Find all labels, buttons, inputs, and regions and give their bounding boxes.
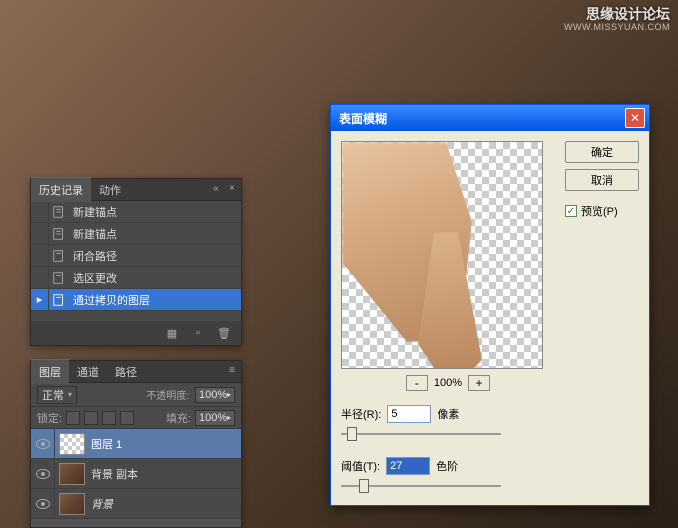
threshold-input[interactable] xyxy=(386,457,430,475)
history-tabs: 历史记录 动作 « × xyxy=(31,179,241,201)
layers-options-row: 正常▾ 不透明度: 100%▸ xyxy=(31,383,241,407)
layer-thumb[interactable] xyxy=(59,493,85,515)
zoom-percent: 100% xyxy=(434,377,462,389)
layer-row[interactable]: 背景 副本 xyxy=(31,459,241,489)
layer-name: 图层 1 xyxy=(89,436,122,452)
preview-checkbox-row[interactable]: ✓ 预览(P) xyxy=(565,203,639,219)
lock-pixels-icon[interactable] xyxy=(84,411,98,425)
trash-icon[interactable]: 🗑 xyxy=(215,324,233,342)
layer-thumb[interactable] xyxy=(59,433,85,455)
history-item[interactable]: 选区更改 xyxy=(31,267,241,289)
history-footer: ▦ ▫ 🗑 xyxy=(31,321,241,345)
collapse-icon[interactable]: « xyxy=(209,181,223,195)
threshold-unit: 色阶 xyxy=(436,458,458,474)
fill-field[interactable]: 100%▸ xyxy=(195,410,235,426)
zoom-controls: - 100% + xyxy=(341,375,555,391)
checkbox-icon: ✓ xyxy=(565,205,577,217)
opacity-field[interactable]: 100%▸ xyxy=(195,387,235,403)
anchor-icon xyxy=(49,223,69,245)
watermark-text: 思缘设计论坛 xyxy=(586,4,670,24)
dialog-title: 表面模糊 xyxy=(339,110,387,127)
layer-copy-icon xyxy=(49,289,69,311)
preview-image[interactable] xyxy=(341,141,543,369)
lock-all-icon[interactable] xyxy=(120,411,134,425)
layers-list: 图层 1 背景 副本 背景 xyxy=(31,429,241,519)
dialog-titlebar[interactable]: 表面模糊 ✕ xyxy=(331,105,649,131)
surface-blur-dialog: 表面模糊 ✕ - 100% + 半径(R): 像素 阈值(T): 色阶 xyxy=(330,104,650,506)
threshold-label: 阈值(T): xyxy=(341,458,380,474)
selection-icon xyxy=(49,267,69,289)
panel-menu-icon[interactable]: ≡ xyxy=(225,363,239,377)
eye-icon xyxy=(36,469,50,479)
radius-input[interactable] xyxy=(387,405,431,423)
layers-panel: 图层 通道 路径 ≡ 正常▾ 不透明度: 100%▸ 锁定: 填充: 100%▸… xyxy=(30,360,242,528)
tab-channels[interactable]: 通道 xyxy=(69,360,107,384)
new-icon[interactable]: ▫ xyxy=(189,324,207,342)
tab-layers[interactable]: 图层 xyxy=(31,359,69,384)
eye-icon xyxy=(36,499,50,509)
ok-button[interactable]: 确定 xyxy=(565,141,639,163)
lock-transparent-icon[interactable] xyxy=(66,411,80,425)
fill-label: 填充: xyxy=(166,410,191,426)
opacity-label: 不透明度: xyxy=(146,387,189,402)
history-item[interactable]: 新建锚点 xyxy=(31,201,241,223)
eye-icon xyxy=(36,439,50,449)
radius-row: 半径(R): 像素 xyxy=(341,405,555,423)
layer-thumb[interactable] xyxy=(59,463,85,485)
threshold-slider[interactable] xyxy=(341,477,501,495)
preview-checkbox-label: 预览(P) xyxy=(581,203,618,219)
history-item-label: 闭合路径 xyxy=(69,248,117,264)
radius-label: 半径(R): xyxy=(341,406,381,422)
close-button[interactable]: ✕ xyxy=(625,108,645,128)
layers-lock-row: 锁定: 填充: 100%▸ xyxy=(31,407,241,429)
radius-unit: 像素 xyxy=(437,406,459,422)
history-item-label: 新建锚点 xyxy=(69,226,117,242)
layers-tabs: 图层 通道 路径 ≡ xyxy=(31,361,241,383)
history-panel: 历史记录 动作 « × 新建锚点 新建锚点 闭合路径 选区更改 ▸通过拷贝的图层… xyxy=(30,178,242,346)
layer-name: 背景 副本 xyxy=(89,466,138,482)
watermark-url: WWW.MISSYUAN.COM xyxy=(564,22,670,32)
anchor-icon xyxy=(49,201,69,223)
history-item[interactable]: 闭合路径 xyxy=(31,245,241,267)
layer-row[interactable]: 图层 1 xyxy=(31,429,241,459)
history-item[interactable]: 新建锚点 xyxy=(31,223,241,245)
history-item[interactable]: ▸通过拷贝的图层 xyxy=(31,289,241,311)
visibility-toggle[interactable] xyxy=(31,459,55,489)
cancel-button[interactable]: 取消 xyxy=(565,169,639,191)
tab-actions[interactable]: 动作 xyxy=(91,178,129,202)
radius-slider[interactable] xyxy=(341,425,501,443)
snapshot-icon[interactable]: ▦ xyxy=(163,324,181,342)
dialog-buttons: 确定 取消 ✓ 预览(P) xyxy=(565,141,639,495)
visibility-toggle[interactable] xyxy=(31,429,55,459)
layer-name: 背景 xyxy=(89,496,113,512)
zoom-in-button[interactable]: + xyxy=(468,375,490,391)
path-icon xyxy=(49,245,69,267)
history-list: 新建锚点 新建锚点 闭合路径 选区更改 ▸通过拷贝的图层 xyxy=(31,201,241,321)
tab-paths[interactable]: 路径 xyxy=(107,360,145,384)
history-item-label: 选区更改 xyxy=(69,270,117,286)
tab-history[interactable]: 历史记录 xyxy=(31,177,91,202)
threshold-row: 阈值(T): 色阶 xyxy=(341,457,555,475)
blend-mode-dropdown[interactable]: 正常▾ xyxy=(37,386,77,404)
close-icon[interactable]: × xyxy=(225,181,239,195)
lock-label: 锁定: xyxy=(37,410,62,426)
visibility-toggle[interactable] xyxy=(31,489,55,519)
history-item-label: 新建锚点 xyxy=(69,204,117,220)
history-item-label: 通过拷贝的图层 xyxy=(69,292,150,308)
chevron-down-icon: ▾ xyxy=(68,390,72,399)
lock-position-icon[interactable] xyxy=(102,411,116,425)
layer-row[interactable]: 背景 xyxy=(31,489,241,519)
zoom-out-button[interactable]: - xyxy=(406,375,428,391)
